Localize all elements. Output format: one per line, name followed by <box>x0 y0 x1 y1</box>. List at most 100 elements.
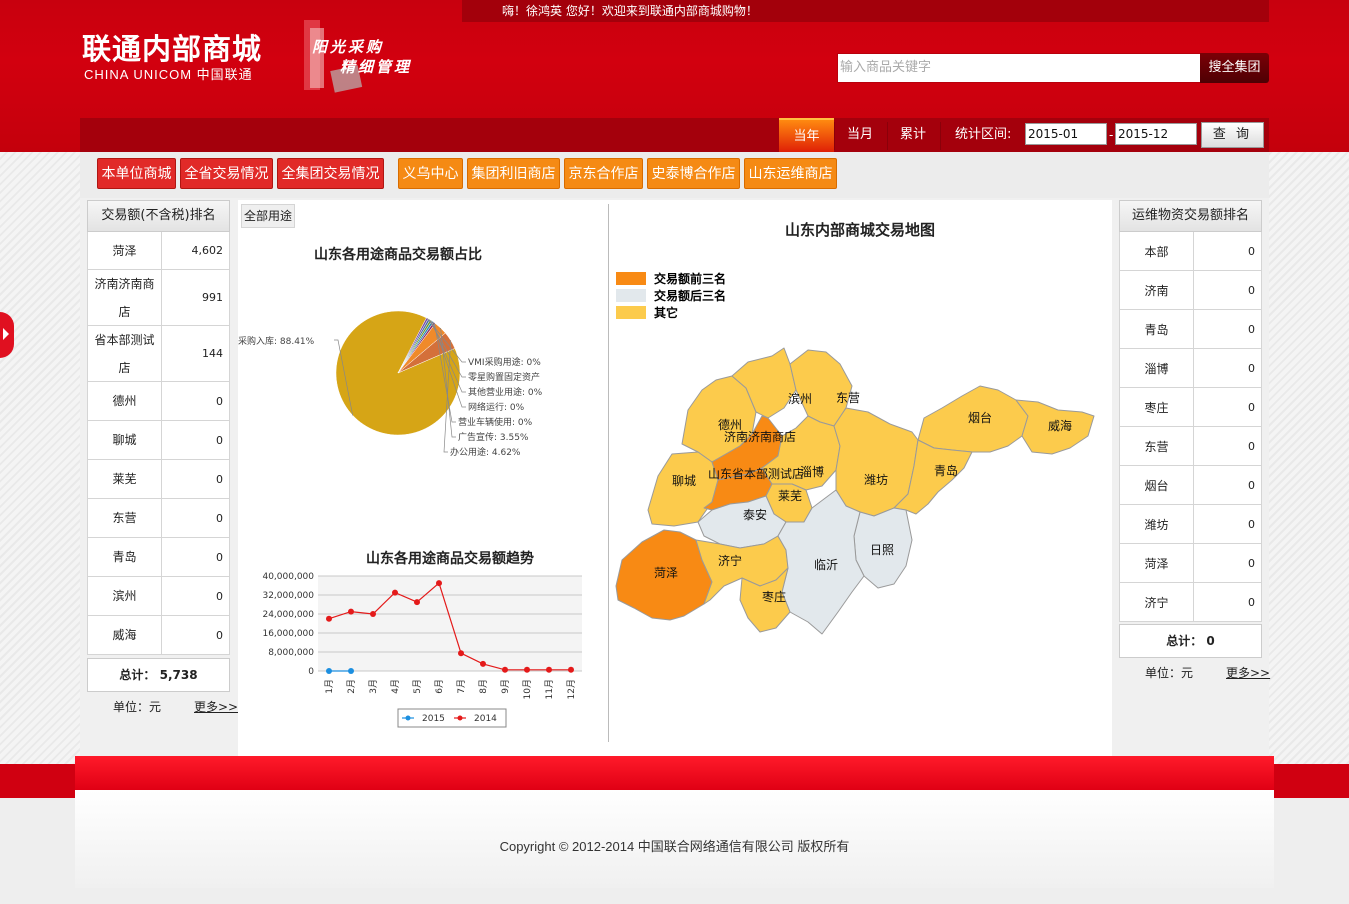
amount: 0 <box>216 472 223 486</box>
region-name: 烟台 <box>1120 466 1194 504</box>
shandong-map: 交易额前三名 交易额后三名 其它 滨州 东营 德州 济南济南商店 烟台 威海 聊… <box>615 271 1095 635</box>
data-point[interactable] <box>546 666 552 673</box>
amount: 0 <box>1248 517 1255 531</box>
x-tick-label: 8月 <box>478 679 489 694</box>
left-ranking-title: 交易额(不含税)排名 <box>87 200 230 232</box>
tab-current-month[interactable]: 当月 <box>835 118 885 152</box>
map-label-zaozhuang: 枣庄 <box>762 589 786 604</box>
region-name: 滨州 <box>88 577 162 615</box>
table-row[interactable]: 青岛 0 <box>1119 310 1262 349</box>
shop-button-province[interactable]: 全省交易情况 <box>180 158 273 189</box>
range-label: 统计区间: <box>955 127 1012 142</box>
x-tick-label: 2月 <box>346 679 357 694</box>
legend-swatch-bottom3 <box>616 289 646 302</box>
line-chart: 40,000,000 32,000,000 24,000,000 16,000,000… <box>262 572 582 728</box>
date-from-input[interactable]: 2015-01 <box>1025 123 1107 145</box>
data-point[interactable] <box>370 611 376 617</box>
side-expand-tab[interactable] <box>0 312 14 358</box>
left-more-link[interactable]: 更多>> <box>194 698 238 715</box>
data-point[interactable] <box>392 589 398 596</box>
map-label-dongying: 东营 <box>836 391 860 405</box>
amount: 0 <box>1248 478 1255 492</box>
table-row[interactable]: 菏泽 0 <box>1119 544 1262 583</box>
shop-button-ops[interactable]: 山东运维商店 <box>744 158 837 189</box>
search-all-group-button[interactable]: 搜全集团 <box>1200 53 1269 83</box>
table-row[interactable]: 菏泽 4,602 <box>87 232 230 270</box>
table-row[interactable]: 本部 0 <box>1119 232 1262 271</box>
table-row[interactable]: 淄博 0 <box>1119 349 1262 388</box>
pie-label: 广告宣传: 3.55% <box>458 431 529 443</box>
total-value: 5,738 <box>159 668 198 682</box>
data-point[interactable] <box>348 608 354 615</box>
table-row[interactable]: 滨州 0 <box>87 577 230 616</box>
shop-button-staples[interactable]: 史泰博合作店 <box>647 158 740 189</box>
shop-button-reuse[interactable]: 集团利旧商店 <box>467 158 560 189</box>
y-tick-label: 16,000,000 <box>262 629 314 639</box>
y-tick-label: 8,000,000 <box>268 648 314 658</box>
table-row[interactable]: 威海 0 <box>87 616 230 655</box>
data-point[interactable] <box>458 650 464 657</box>
amount: 0 <box>216 589 223 603</box>
table-row[interactable]: 莱芜 0 <box>87 460 230 499</box>
table-row[interactable]: 烟台 0 <box>1119 466 1262 505</box>
table-row[interactable]: 济南济南商店 991 <box>87 270 230 326</box>
data-point[interactable] <box>568 666 574 673</box>
table-row[interactable]: 济宁 0 <box>1119 583 1262 622</box>
amount: 0 <box>216 550 223 564</box>
line-legend: 2015 2014 <box>397 708 507 728</box>
filter-all-purposes-button[interactable]: 全部用途 <box>241 204 295 228</box>
shop-button-own-unit[interactable]: 本单位商城 <box>97 158 176 189</box>
tab-current-year[interactable]: 当年 <box>779 118 834 152</box>
data-point[interactable] <box>502 666 508 673</box>
amount: 0 <box>216 394 223 408</box>
slogan-line-1: 阳光采购 <box>312 38 385 56</box>
table-row[interactable]: 德州 0 <box>87 382 230 421</box>
map-label-qingdao: 青岛 <box>934 463 958 478</box>
query-button[interactable]: 查 询 <box>1201 122 1264 148</box>
logo-title[interactable]: 联通内部商城 <box>82 26 262 68</box>
region-name: 青岛 <box>88 538 162 576</box>
amount: 144 <box>202 347 223 360</box>
tab-cumulative[interactable]: 累计 <box>888 118 938 152</box>
footer: Copyright © 2012-2014 中国联合网络通信有限公司 版权所有 <box>75 790 1274 888</box>
table-row[interactable]: 青岛 0 <box>87 538 230 577</box>
x-tick-label: 9月 <box>500 679 511 694</box>
table-row[interactable]: 聊城 0 <box>87 421 230 460</box>
shop-button-jd[interactable]: 京东合作店 <box>564 158 643 189</box>
table-row[interactable]: 潍坊 0 <box>1119 505 1262 544</box>
map-label-weifang: 潍坊 <box>864 472 888 487</box>
x-tick-label: 1月 <box>324 679 335 694</box>
amount: 0 <box>1248 361 1255 375</box>
region-name: 淄博 <box>1120 349 1194 387</box>
data-point[interactable] <box>480 660 486 667</box>
table-row[interactable]: 济南 0 <box>1119 271 1262 310</box>
date-to-input[interactable]: 2015-12 <box>1115 123 1197 145</box>
right-more-link[interactable]: 更多>> <box>1226 664 1270 681</box>
map-title: 山东内部商城交易地图 <box>784 221 935 239</box>
shop-button-yiwu[interactable]: 义乌中心 <box>398 158 463 189</box>
shop-button-group[interactable]: 全集团交易情况 <box>277 158 384 189</box>
x-tick-label: 6月 <box>434 679 445 694</box>
y-tick-label: 0 <box>308 667 314 677</box>
data-point[interactable] <box>436 580 442 587</box>
search-input[interactable]: 输入商品关键字 <box>837 53 1201 83</box>
data-point[interactable] <box>326 615 332 622</box>
table-row[interactable]: 东营 0 <box>1119 427 1262 466</box>
data-point[interactable] <box>348 668 354 674</box>
left-ranking-table: 交易额(不含税)排名 菏泽 4,602 济南济南商店 991 省本部测试店 144 德… <box>87 200 230 655</box>
amount: 0 <box>1248 595 1255 609</box>
amount: 0 <box>216 628 223 642</box>
pie-chart-title: 山东各用途商品交易额占比 <box>314 247 482 263</box>
data-point[interactable] <box>524 666 530 673</box>
greeting-bar: 嗨！徐鸿英 您好！欢迎来到联通内部商城购物！ <box>462 0 1269 22</box>
table-row[interactable]: 枣庄 0 <box>1119 388 1262 427</box>
legend-label-bottom3: 交易额后三名 <box>654 288 726 303</box>
table-row[interactable]: 省本部测试店 144 <box>87 326 230 382</box>
data-point[interactable] <box>414 599 420 606</box>
y-tick-label: 40,000,000 <box>262 572 314 582</box>
region-name: 济宁 <box>1120 583 1194 621</box>
table-row[interactable]: 东营 0 <box>87 499 230 538</box>
amount: 991 <box>202 291 223 304</box>
region-name: 莱芜 <box>88 460 162 498</box>
data-point[interactable] <box>326 668 332 674</box>
